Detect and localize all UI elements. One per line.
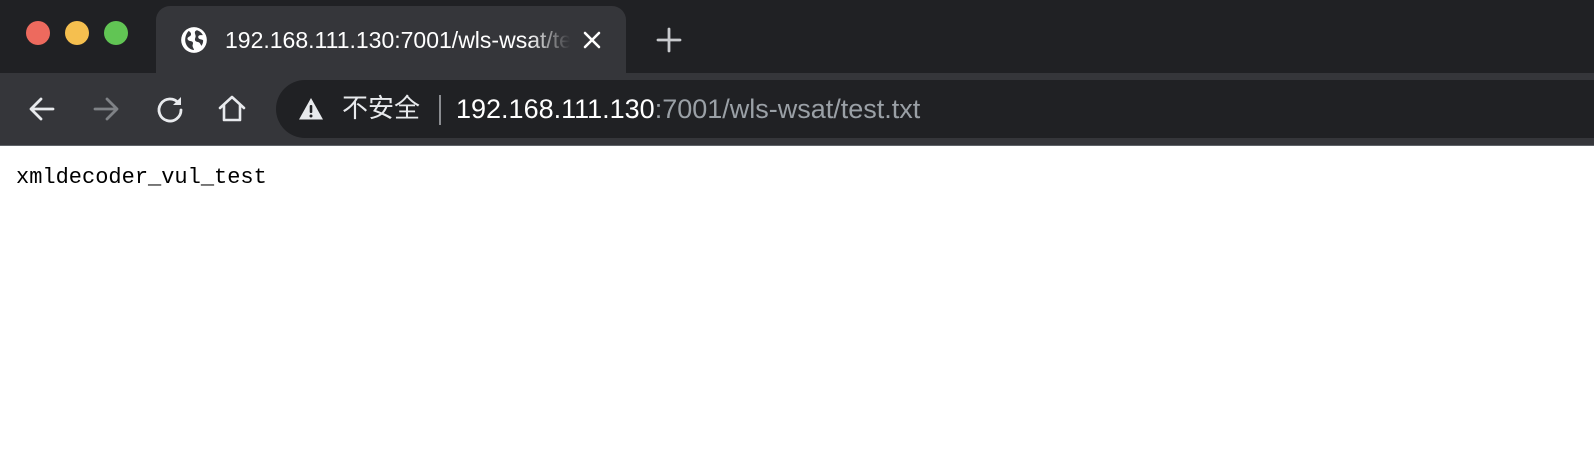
active-tab[interactable]: 192.168.111.130:7001/wls-wsat/test.txt [156,6,626,73]
plus-icon[interactable] [655,26,683,54]
omnibox-divider [439,95,441,125]
close-icon[interactable] [580,28,604,52]
address-bar[interactable]: 不安全 192.168.111.130:7001/wls-wsat/test.t… [276,80,1594,138]
page-text: xmldecoder_vul_test [16,165,267,190]
url-text[interactable]: 192.168.111.130:7001/wls-wsat/test.txt [456,93,920,125]
tab-title: 192.168.111.130:7001/wls-wsat/test.txt [225,27,570,53]
url-host: 192.168.111.130 [456,94,655,124]
browser-toolbar: 不安全 192.168.111.130:7001/wls-wsat/test.t… [0,73,1594,146]
page-content: xmldecoder_vul_test [0,146,1594,474]
reload-icon[interactable] [154,93,186,125]
maximize-window-button[interactable] [104,21,128,45]
globe-icon [180,26,208,54]
warning-icon[interactable] [298,96,324,122]
arrow-left-icon[interactable] [26,93,58,125]
url-path: :7001/wls-wsat/test.txt [654,94,921,124]
arrow-right-icon[interactable] [90,93,122,125]
minimize-window-button[interactable] [65,21,89,45]
security-status-label[interactable]: 不安全 [342,94,420,124]
close-window-button[interactable] [26,21,50,45]
home-icon[interactable] [216,93,248,125]
tab-strip: 192.168.111.130:7001/wls-wsat/test.txt [0,0,1594,73]
